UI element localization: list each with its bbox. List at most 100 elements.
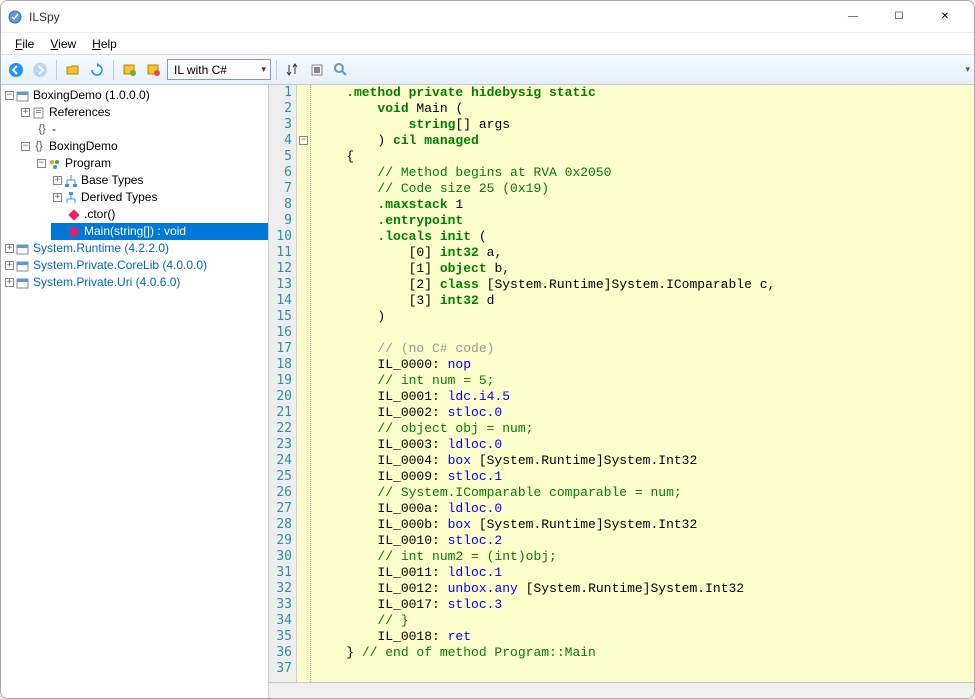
tree-assembly-runtime[interactable]: +System.Runtime (4.2.2.0)	[3, 240, 268, 257]
forward-button[interactable]	[29, 59, 51, 81]
code-line[interactable]: .entrypoint	[315, 213, 974, 229]
line-number: 2	[271, 101, 292, 117]
minimize-button[interactable]: —	[830, 2, 876, 32]
title-bar: ILSpy — ☐ ✕	[1, 1, 974, 33]
code-line[interactable]: IL_000b: box [System.Runtime]System.Int3…	[315, 517, 974, 533]
code-line[interactable]: // int num = 5;	[315, 373, 974, 389]
code-line[interactable]: [2] class [System.Runtime]System.ICompar…	[315, 277, 974, 293]
code-line[interactable]: void Main (	[315, 101, 974, 117]
code-line[interactable]: [3] int32 d	[315, 293, 974, 309]
line-number: 31	[271, 565, 292, 581]
code-line[interactable]: // }	[315, 613, 974, 629]
back-button[interactable]	[5, 59, 27, 81]
code-line[interactable]: string[] args	[315, 117, 974, 133]
show-internal-button[interactable]	[306, 59, 328, 81]
toolbar-separator	[113, 60, 114, 80]
open-button[interactable]	[62, 59, 84, 81]
code-line[interactable]: IL_0003: ldloc.0	[315, 437, 974, 453]
fold-toggle[interactable]: −	[299, 136, 308, 145]
close-button[interactable]: ✕	[922, 2, 968, 32]
code-line[interactable]: IL_0009: stloc.1	[315, 469, 974, 485]
line-number: 27	[271, 501, 292, 517]
code-line[interactable]: IL_0000: nop	[315, 357, 974, 373]
tree-references[interactable]: +References	[19, 104, 268, 121]
code-line[interactable]: {	[315, 149, 974, 165]
maximize-button[interactable]: ☐	[876, 2, 922, 32]
menu-help[interactable]: Help	[84, 35, 125, 53]
tree-assembly-uri[interactable]: +System.Private.Uri (4.0.6.0)	[3, 274, 268, 291]
line-number: 6	[271, 165, 292, 181]
line-number: 36	[271, 645, 292, 661]
toolbar-separator	[276, 60, 277, 80]
tree-assembly-corelib[interactable]: +System.Private.CoreLib (4.0.0.0)	[3, 257, 268, 274]
code-line[interactable]: // Code size 25 (0x19)	[315, 181, 974, 197]
tree-method-ctor[interactable]: .ctor()	[51, 206, 268, 223]
code-line[interactable]: IL_0004: box [System.Runtime]System.Int3…	[315, 453, 974, 469]
sort-button[interactable]	[282, 59, 304, 81]
line-number: 14	[271, 293, 292, 309]
line-number: 12	[271, 261, 292, 277]
assembly-list-button[interactable]	[119, 59, 141, 81]
code-line[interactable]: [0] int32 a,	[315, 245, 974, 261]
code-line[interactable]: // (no C# code)	[315, 341, 974, 357]
tree-label: Derived Types	[81, 189, 157, 206]
code-line[interactable]: IL_0002: stloc.0	[315, 405, 974, 421]
tree-class-program[interactable]: −Program	[35, 155, 268, 172]
line-number: 24	[271, 453, 292, 469]
line-number: 21	[271, 405, 292, 421]
line-number: 37	[271, 661, 292, 677]
code-line[interactable]: IL_0001: ldc.i4.5	[315, 389, 974, 405]
tree-assembly-boxingdemo[interactable]: − BoxingDemo (1.0.0.0)	[3, 87, 268, 104]
code-line[interactable]: .locals init (	[315, 229, 974, 245]
code-line[interactable]: // int num2 = (int)obj;	[315, 549, 974, 565]
toolbar: IL with C# ▾	[1, 55, 974, 85]
menu-file[interactable]: File	[7, 35, 42, 53]
app-window: ILSpy — ☐ ✕ File View Help IL with C# ▾	[0, 0, 975, 699]
code-line[interactable]: [1] object b,	[315, 261, 974, 277]
refresh-button[interactable]	[86, 59, 108, 81]
tree-label: Base Types	[81, 172, 143, 189]
references-icon	[31, 105, 47, 121]
line-number-gutter: 1234567891011121314151617181920212223242…	[269, 85, 297, 682]
code-line[interactable]: IL_0010: stloc.2	[315, 533, 974, 549]
code-line[interactable]: )	[315, 309, 974, 325]
code-line[interactable]	[315, 325, 974, 341]
tree-base-types[interactable]: +Base Types	[51, 172, 268, 189]
line-number: 33	[271, 597, 292, 613]
tree-label: .ctor()	[84, 206, 115, 223]
nuget-button[interactable]	[143, 59, 165, 81]
search-button[interactable]	[330, 59, 352, 81]
menu-view[interactable]: View	[42, 35, 84, 53]
assembly-icon	[15, 88, 31, 104]
code-line[interactable]: ) cil managed	[315, 133, 974, 149]
line-number: 11	[271, 245, 292, 261]
code-line[interactable]: IL_0018: ret	[315, 629, 974, 645]
tree-namespace-boxingdemo[interactable]: −{}BoxingDemo	[19, 138, 268, 155]
code-line[interactable]: IL_0012: unbox.any [System.Runtime]Syste…	[315, 581, 974, 597]
assembly-icon	[15, 275, 31, 291]
toolbar-overflow-icon[interactable]: ▾	[965, 64, 970, 75]
code-line[interactable]: IL_0017: stloc.3	[315, 597, 974, 613]
code-area[interactable]: 1234567891011121314151617181920212223242…	[269, 85, 974, 682]
code-line[interactable]: // System.IComparable comparable = num;	[315, 485, 974, 501]
tree-label: -	[52, 121, 56, 138]
code-line[interactable]: .method private hidebysig static	[315, 85, 974, 101]
tree-label: BoxingDemo	[49, 138, 118, 155]
line-number: 28	[271, 517, 292, 533]
derivedtypes-icon	[63, 190, 79, 206]
tree-method-main[interactable]: Main(string[]) : void	[51, 223, 268, 240]
code-lines[interactable]: .method private hidebysig static void Ma…	[311, 85, 974, 682]
code-line[interactable]: IL_000a: ldloc.0	[315, 501, 974, 517]
code-line[interactable]: // object obj = num;	[315, 421, 974, 437]
tree-derived-types[interactable]: +Derived Types	[51, 189, 268, 206]
language-dropdown[interactable]: IL with C#	[167, 59, 271, 80]
code-line[interactable]	[315, 661, 974, 677]
tree-dash[interactable]: {}-	[19, 121, 268, 138]
horizontal-scrollbar[interactable]	[269, 682, 974, 698]
tree-panel[interactable]: − BoxingDemo (1.0.0.0) +References {}- −…	[1, 85, 269, 698]
code-line[interactable]: .maxstack 1	[315, 197, 974, 213]
line-number: 15	[271, 309, 292, 325]
code-line[interactable]: // Method begins at RVA 0x2050	[315, 165, 974, 181]
code-line[interactable]: } // end of method Program::Main	[315, 645, 974, 661]
code-line[interactable]: IL_0011: ldloc.1	[315, 565, 974, 581]
